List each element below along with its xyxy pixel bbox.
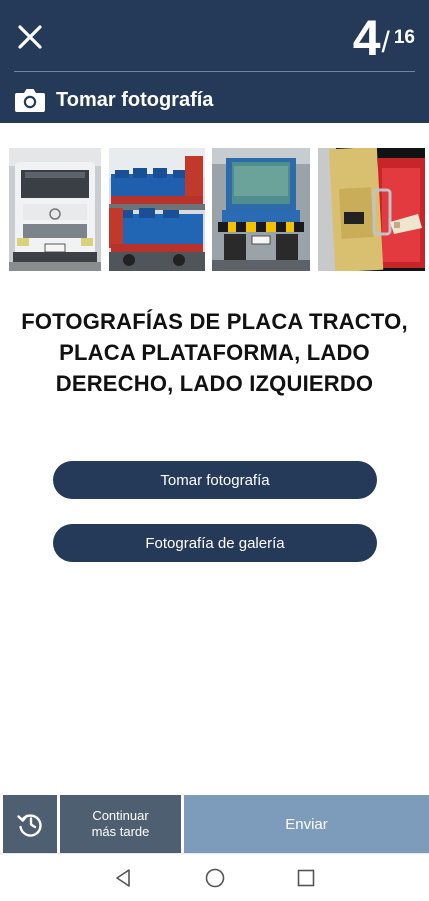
camera-icon — [15, 89, 45, 112]
photo-examples — [9, 148, 425, 271]
bottom-action-bar: Continuar más tarde Enviar — [0, 795, 429, 853]
section-title: Tomar fotografía — [56, 88, 214, 111]
continue-later-label: Continuar más tarde — [91, 808, 150, 839]
send-button[interactable]: Enviar — [184, 795, 429, 853]
close-button[interactable] — [10, 17, 50, 57]
history-icon — [17, 814, 42, 837]
app-header: 4 / 16 Tomar fotografía — [0, 0, 429, 123]
section-heading: Tomar fotografía — [14, 86, 213, 114]
system-nav-bar — [0, 853, 429, 901]
step-total: 16 — [393, 27, 415, 48]
continue-later-button[interactable]: Continuar más tarde — [60, 795, 181, 853]
photo-instructions: FOTOGRAFÍAS DE PLACA TRACTO, PLACA PLATA… — [21, 309, 408, 396]
close-icon — [18, 25, 42, 49]
thumb-strap-closeup — [318, 148, 425, 271]
step-counter: 4 / 16 — [353, 10, 415, 66]
take-photo-button[interactable]: Tomar fotografía — [53, 461, 377, 499]
step-current: 4 — [352, 10, 381, 66]
home-nav-icon[interactable] — [203, 866, 227, 890]
back-nav-icon[interactable] — [111, 866, 135, 890]
thumb-trailer-side — [109, 148, 205, 271]
gallery-photo-button[interactable]: Fotografía de galería — [53, 524, 377, 562]
thumb-truck-rear — [212, 148, 310, 271]
history-button[interactable] — [3, 795, 57, 853]
header-divider — [14, 71, 415, 72]
thumb-truck-front — [9, 148, 101, 271]
step-separator: / — [381, 26, 390, 59]
recents-nav-icon[interactable] — [294, 866, 318, 890]
